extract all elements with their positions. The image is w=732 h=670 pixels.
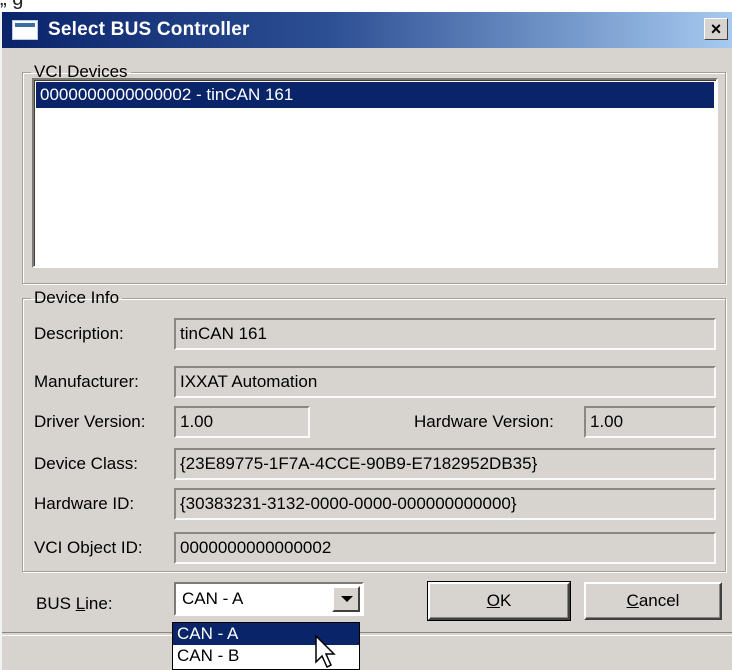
hardware-version-label: Hardware Version: <box>414 412 554 431</box>
select-bus-controller-dialog: Select BUS Controller × VCI Devices 0000… <box>0 12 732 670</box>
driver-version-label: Driver Version: <box>34 412 146 431</box>
description-label: Description: <box>34 324 124 343</box>
window-icon <box>12 20 38 40</box>
title-bar[interactable]: Select BUS Controller × <box>2 12 732 48</box>
hardware-version-field: 1.00 <box>584 406 716 438</box>
vci-object-id-field: 0000000000000002 <box>174 532 716 564</box>
mouse-pointer-icon <box>315 634 336 669</box>
device-info-legend: Device Info <box>34 288 120 307</box>
close-icon: × <box>710 19 722 39</box>
chevron-down-icon[interactable] <box>332 586 360 612</box>
manufacturer-label: Manufacturer: <box>34 372 139 391</box>
clipped-background-text: „ g <box>0 0 732 10</box>
close-button[interactable]: × <box>704 18 728 40</box>
bus-line-label: BUS Line: <box>36 594 113 613</box>
bus-line-select[interactable]: CAN - A <box>174 582 364 616</box>
device-class-label: Device Class: <box>34 454 138 473</box>
list-item[interactable]: 0000000000000002 - tinCAN 161 <box>35 81 715 109</box>
vci-object-id-label: VCI Object ID: <box>34 538 143 557</box>
window-title: Select BUS Controller <box>48 19 250 40</box>
driver-version-field: 1.00 <box>174 406 310 438</box>
hardware-id-label: Hardware ID: <box>34 494 135 513</box>
bus-line-selected-value: CAN - A <box>182 589 244 608</box>
description-field: tinCAN 161 <box>174 318 716 350</box>
hardware-id-field: {30383231-3132-0000-0000-000000000000} <box>174 488 716 520</box>
footer-separator <box>2 632 732 636</box>
vci-devices-list[interactable]: 0000000000000002 - tinCAN 161 <box>32 78 718 268</box>
ok-button[interactable]: OK <box>427 581 571 621</box>
cancel-button[interactable]: Cancel <box>584 582 722 620</box>
manufacturer-field: IXXAT Automation <box>174 366 716 398</box>
device-class-field: {23E89775-1F7A-4CCE-90B9-E7182952DB35} <box>174 448 716 480</box>
